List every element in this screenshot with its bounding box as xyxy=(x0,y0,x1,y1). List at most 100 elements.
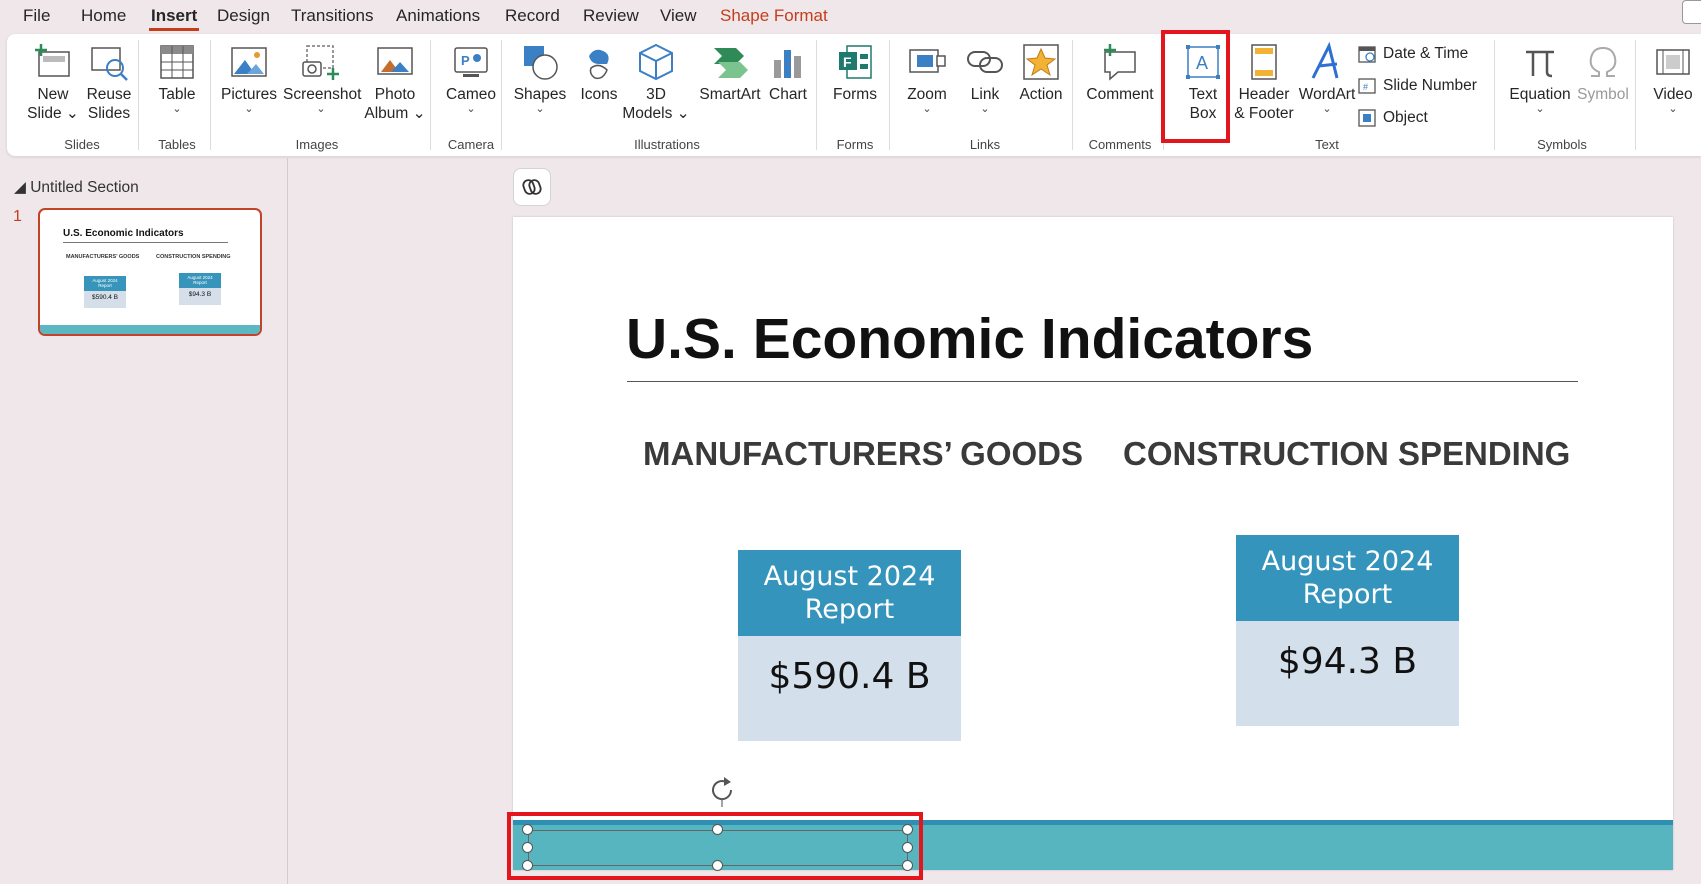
zoom-icon xyxy=(909,49,946,73)
separator xyxy=(501,40,502,150)
new-slide-label-2: Slide ⌄ xyxy=(27,105,79,122)
chevron-down-icon: ⌄ xyxy=(466,103,476,115)
wordart-label: WordArt xyxy=(1298,86,1356,103)
calendar-icon xyxy=(1358,46,1376,63)
photo-album-button[interactable]: Photo Album ⌄ xyxy=(361,42,429,123)
copilot-icon xyxy=(522,179,542,195)
group-label-tables: Tables xyxy=(158,137,196,152)
pi-icon xyxy=(1526,50,1554,78)
smartart-button[interactable]: SmartArt xyxy=(693,42,767,104)
photo-album-label-1: Photo xyxy=(374,86,416,103)
object-button[interactable]: Object xyxy=(1357,108,1428,128)
thumb-left-card-value: $590.4 B xyxy=(84,291,126,308)
reuse-slides-button[interactable]: Reuse Slides xyxy=(79,42,139,123)
title-underline xyxy=(627,381,1578,382)
shapes-button[interactable]: Shapes ⌄ xyxy=(510,42,570,115)
pictures-button[interactable]: Pictures ⌄ xyxy=(219,42,279,115)
reuse-slides-label-2: Slides xyxy=(87,105,131,122)
smartart-label: SmartArt xyxy=(699,86,761,103)
zoom-label: Zoom xyxy=(907,86,947,103)
cube-icon xyxy=(639,43,673,81)
table-label: Table xyxy=(158,86,196,103)
3d-models-label-2: Models ⌄ xyxy=(622,105,690,122)
icons-button[interactable]: Icons xyxy=(569,42,629,104)
photo-album-icon xyxy=(377,47,413,75)
section-header[interactable]: ◢ Untitled Section xyxy=(14,178,139,197)
menu-bar: File Home Insert Design Transitions Anim… xyxy=(0,0,1701,32)
group-label-images: Images xyxy=(295,137,339,152)
comments-pane-button[interactable] xyxy=(1682,0,1701,24)
menu-transitions[interactable]: Transitions xyxy=(291,6,374,26)
separator xyxy=(138,40,139,150)
group-label-illustrations: Illustrations xyxy=(634,137,700,152)
menu-record[interactable]: Record xyxy=(505,6,560,26)
equation-button[interactable]: Equation ⌄ xyxy=(1504,42,1576,115)
chevron-down-icon: ⌄ xyxy=(316,103,326,115)
chart-button[interactable]: Chart xyxy=(759,42,817,104)
video-label: Video xyxy=(1653,86,1693,103)
screenshot-button[interactable]: Screenshot ⌄ xyxy=(283,42,362,115)
action-label: Action xyxy=(1019,86,1063,103)
shapes-label: Shapes xyxy=(513,86,567,103)
separator xyxy=(1072,40,1073,150)
right-card-header[interactable]: August 2024 Report xyxy=(1236,535,1459,621)
separator xyxy=(816,40,817,150)
left-card-value[interactable]: $590.4 B xyxy=(738,636,961,741)
header-footer-icon xyxy=(1251,44,1277,80)
left-heading[interactable]: MANUFACTURERS’ GOODS xyxy=(643,435,1083,473)
thumb-left-card-header: August 2024 Report xyxy=(84,276,126,291)
zoom-button[interactable]: Zoom ⌄ xyxy=(897,42,957,115)
slide-title[interactable]: U.S. Economic Indicators xyxy=(626,306,1313,372)
video-button[interactable]: Video ⌄ xyxy=(1643,42,1701,115)
menu-review[interactable]: Review xyxy=(583,6,639,26)
cameo-button[interactable]: P Cameo ⌄ xyxy=(439,42,503,115)
menu-home[interactable]: Home xyxy=(81,6,126,26)
chevron-down-icon: ⌄ xyxy=(535,103,545,115)
menu-view[interactable]: View xyxy=(660,6,697,26)
comment-button[interactable]: Comment xyxy=(1081,42,1159,104)
menu-animations[interactable]: Animations xyxy=(396,6,480,26)
link-button[interactable]: Link ⌄ xyxy=(957,42,1013,115)
pane-divider[interactable] xyxy=(287,158,288,884)
group-label-comments: Comments xyxy=(1088,137,1152,152)
action-button[interactable]: Action xyxy=(1011,42,1071,104)
table-button[interactable]: Table ⌄ xyxy=(147,42,207,115)
svg-text:#: # xyxy=(1363,82,1368,92)
header-footer-button[interactable]: Header & Footer xyxy=(1229,42,1299,123)
separator xyxy=(210,40,211,150)
menu-shape-format[interactable]: Shape Format xyxy=(720,6,828,26)
symbol-button[interactable]: Symbol xyxy=(1570,42,1636,104)
date-time-button[interactable]: Date & Time xyxy=(1357,44,1468,64)
slide-thumbnail-1[interactable]: U.S. Economic Indicators MANUFACTURERS’ … xyxy=(38,208,262,336)
chevron-down-icon: ⌄ xyxy=(922,103,932,115)
copilot-button[interactable] xyxy=(513,168,551,206)
forms-button[interactable]: F Forms xyxy=(825,42,885,104)
cameo-icon: P xyxy=(454,47,488,77)
wordart-icon xyxy=(1311,42,1339,79)
3d-models-button[interactable]: 3D Models ⌄ xyxy=(621,42,691,123)
icons-label: Icons xyxy=(580,86,618,103)
chevron-down-icon: ⌄ xyxy=(980,103,990,115)
icons-icon xyxy=(589,49,609,80)
slide-thumbnails-pane: ◢ Untitled Section 1 U.S. Economic Indic… xyxy=(0,158,287,884)
right-card-value[interactable]: $94.3 B xyxy=(1236,621,1459,726)
slide-canvas[interactable]: U.S. Economic Indicators MANUFACTURERS’ … xyxy=(513,217,1673,870)
slide-number-label: Slide Number xyxy=(1383,77,1477,94)
separator xyxy=(430,40,431,150)
right-heading[interactable]: CONSTRUCTION SPENDING xyxy=(1123,435,1570,473)
menu-file[interactable]: File xyxy=(23,6,50,26)
screenshot-label: Screenshot xyxy=(283,86,362,103)
selected-shape-highlight xyxy=(507,812,923,880)
smartart-icon xyxy=(714,48,748,78)
thumb-left-heading: MANUFACTURERS’ GOODS xyxy=(66,254,140,260)
rotate-handle-icon[interactable] xyxy=(705,773,739,807)
video-icon xyxy=(1656,49,1690,75)
menu-insert[interactable]: Insert xyxy=(148,6,200,31)
chevron-down-icon: ⌄ xyxy=(172,103,182,115)
shapes-icon xyxy=(524,46,558,80)
wordart-button[interactable]: WordArt ⌄ xyxy=(1294,42,1360,115)
menu-design[interactable]: Design xyxy=(217,6,270,26)
slide-number-button[interactable]: # Slide Number xyxy=(1357,76,1477,96)
new-slide-button[interactable]: New Slide ⌄ xyxy=(23,42,83,123)
left-card-header[interactable]: August 2024 Report xyxy=(738,550,961,636)
